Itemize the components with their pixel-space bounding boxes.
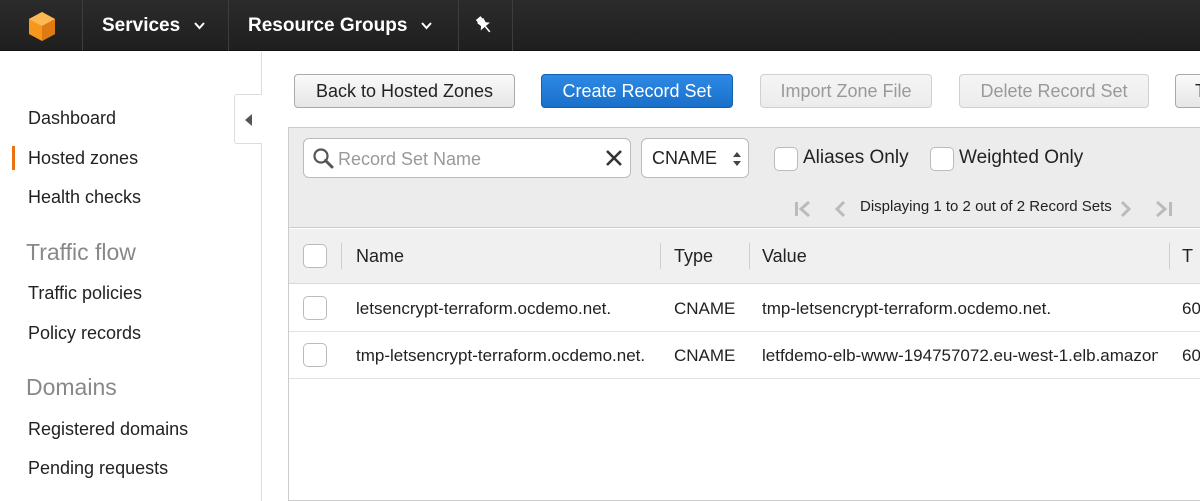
sidebar-collapse-button[interactable]: [234, 94, 262, 144]
pagination-status: Displaying 1 to 2 out of 2 Record Sets: [860, 198, 1112, 215]
record-name: letsencrypt-terraform.ocdemo.net.: [356, 299, 612, 318]
topbar-divider: [82, 0, 83, 51]
table-header: Name Type Value T: [289, 229, 1200, 284]
sidebar: Dashboard Hosted zones Health checks Tra…: [0, 52, 262, 501]
sidebar-item-pending-requests[interactable]: Pending requests: [28, 458, 168, 479]
back-to-hosted-zones-button[interactable]: Back to Hosted Zones: [294, 74, 515, 108]
sidebar-item-health-checks[interactable]: Health checks: [28, 187, 141, 208]
sidebar-item-hosted-zones[interactable]: Hosted zones: [28, 148, 138, 169]
record-type: CNAME: [674, 346, 736, 365]
select-all-checkbox[interactable]: [303, 244, 327, 268]
active-indicator: [12, 146, 15, 170]
record-type-value: CNAME: [652, 148, 718, 168]
record-set-name-input[interactable]: [338, 147, 588, 171]
next-page-icon[interactable]: [1119, 200, 1133, 218]
services-menu[interactable]: Services: [102, 0, 205, 51]
aws-logo-icon[interactable]: [26, 10, 58, 42]
filter-bar: CNAME Aliases Only Weighted Only Display…: [289, 128, 1200, 228]
record-value: tmp-letsencrypt-terraform.ocdemo.net.: [762, 299, 1052, 318]
record-type: CNAME: [674, 299, 736, 318]
search-icon: [313, 148, 334, 169]
weighted-only-label: Weighted Only: [959, 147, 1084, 168]
topbar-divider: [458, 0, 459, 51]
record-sets-panel: CNAME Aliases Only Weighted Only Display…: [288, 127, 1200, 501]
weighted-only-checkbox[interactable]: [930, 147, 954, 171]
delete-record-set-button[interactable]: Delete Record Set: [959, 74, 1149, 108]
column-divider: [1169, 243, 1170, 269]
select-arrows-icon: [733, 152, 741, 166]
column-header-ttl[interactable]: T: [1182, 246, 1193, 267]
sidebar-item-policy-records[interactable]: Policy records: [28, 323, 141, 344]
chevron-down-icon: [194, 22, 205, 30]
column-header-value[interactable]: Value: [762, 246, 807, 267]
first-page-icon[interactable]: [793, 200, 815, 218]
previous-page-icon[interactable]: [833, 200, 847, 218]
chevron-down-icon: [421, 22, 433, 30]
search-box: [303, 138, 631, 178]
table-row[interactable]: letsencrypt-terraform.ocdemo.net. CNAME …: [289, 285, 1200, 332]
top-navigation-bar: Services Resource Groups: [0, 0, 1200, 51]
topbar-divider: [228, 0, 229, 51]
column-divider: [341, 243, 342, 269]
sidebar-item-registered-domains[interactable]: Registered domains: [28, 419, 188, 440]
record-ttl: 60: [1182, 346, 1200, 365]
services-menu-label: Services: [102, 15, 181, 36]
traffic-flow-heading: Traffic flow: [26, 239, 136, 265]
resource-groups-menu-label: Resource Groups: [248, 15, 408, 36]
chevron-left-icon: [245, 114, 252, 126]
column-header-name[interactable]: Name: [356, 246, 404, 267]
topbar-divider: [512, 0, 513, 51]
column-divider: [660, 243, 661, 269]
sidebar-item-dashboard[interactable]: Dashboard: [28, 108, 116, 129]
record-ttl: 60: [1182, 299, 1200, 318]
create-record-set-button[interactable]: Create Record Set: [541, 74, 733, 108]
last-page-icon[interactable]: [1153, 200, 1175, 218]
row-checkbox[interactable]: [303, 343, 327, 367]
table-row[interactable]: tmp-letsencrypt-terraform.ocdemo.net. CN…: [289, 332, 1200, 379]
aliases-only-checkbox[interactable]: [774, 147, 798, 171]
record-value: letfdemo-elb-www-194757072.eu-west-1.elb…: [762, 346, 1158, 365]
sidebar-item-traffic-policies[interactable]: Traffic policies: [28, 283, 142, 304]
column-divider: [749, 243, 750, 269]
aliases-only-label: Aliases Only: [803, 147, 909, 168]
column-header-type[interactable]: Type: [674, 246, 713, 267]
resource-groups-menu[interactable]: Resource Groups: [248, 0, 433, 51]
clear-search-icon[interactable]: [604, 148, 624, 168]
test-record-set-button[interactable]: T: [1175, 74, 1200, 108]
record-type-select[interactable]: CNAME: [641, 138, 749, 178]
pin-icon[interactable]: [474, 15, 494, 35]
domains-heading: Domains: [26, 374, 117, 400]
import-zone-file-button[interactable]: Import Zone File: [760, 74, 932, 108]
record-name: tmp-letsencrypt-terraform.ocdemo.net.: [356, 346, 646, 365]
row-checkbox[interactable]: [303, 296, 327, 320]
